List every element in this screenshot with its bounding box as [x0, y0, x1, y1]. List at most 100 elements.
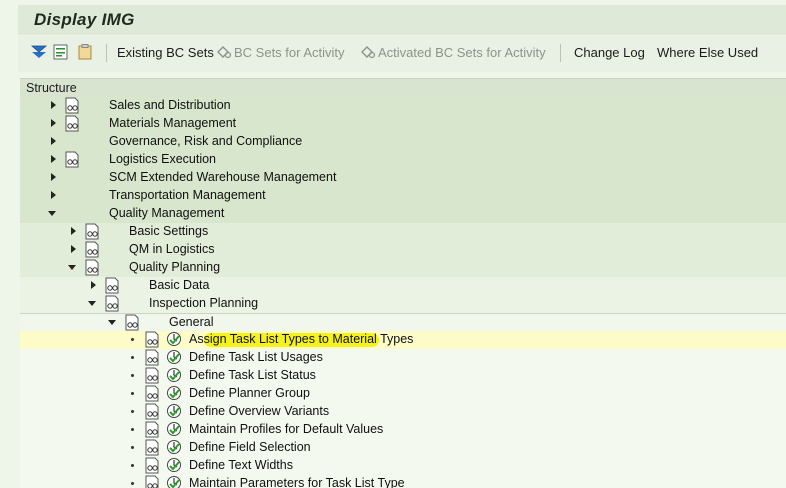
expand-arrow-icon[interactable]: [49, 191, 57, 199]
tree-node-label: Define Field Selection: [189, 440, 311, 454]
expand-arrow-icon[interactable]: [49, 137, 57, 145]
toolbar-separator: [560, 44, 561, 62]
tree-activity[interactable]: Maintain Parameters for Task List Type: [20, 475, 786, 488]
application-toolbar: Existing BC Sets BC Sets for Activity Ac…: [18, 36, 786, 72]
document-glasses-icon[interactable]: [144, 475, 160, 488]
expand-arrow-icon[interactable]: [49, 101, 57, 109]
collapse-arrow-icon[interactable]: [48, 209, 56, 217]
document-glasses-icon[interactable]: [64, 97, 80, 114]
structure-header-label: Structure: [26, 81, 77, 95]
tree-node-label: Materials Management: [109, 116, 237, 130]
collapse-arrow-icon[interactable]: [88, 299, 96, 307]
document-glasses-icon[interactable]: [64, 115, 80, 132]
document-glasses-icon[interactable]: [84, 241, 100, 258]
document-glasses-icon[interactable]: [144, 403, 160, 420]
tree-activity[interactable]: Define Text Widths: [20, 457, 786, 475]
expand-arrow-icon[interactable]: [69, 245, 77, 253]
change-log-button[interactable]: Change Log: [574, 45, 645, 60]
expand-subtree-icon[interactable]: [30, 43, 48, 61]
expand-arrow-icon[interactable]: [49, 119, 57, 127]
tree-node-label: QM in Logistics: [129, 242, 215, 256]
bc-set-icon: [217, 46, 232, 59]
execute-clock-icon[interactable]: [166, 403, 182, 419]
tree-activity[interactable]: Define Planner Group: [20, 385, 786, 403]
document-glasses-icon[interactable]: [144, 331, 160, 348]
document-glasses-icon[interactable]: [144, 439, 160, 456]
execute-clock-icon[interactable]: [166, 367, 182, 383]
execute-clock-icon[interactable]: [166, 475, 182, 488]
tree-activity[interactable]: Define Overview Variants: [20, 403, 786, 421]
tree-node[interactable]: Materials Management: [20, 115, 786, 133]
tree-node[interactable]: QM in Logistics: [20, 241, 786, 259]
tree-node[interactable]: Quality Management: [20, 205, 786, 223]
activated-bc-set-icon: [361, 46, 376, 59]
find-icon[interactable]: [52, 43, 70, 61]
tree-activity[interactable]: Define Task List Status: [20, 367, 786, 385]
bullet: [131, 374, 134, 377]
collapse-arrow-icon[interactable]: [68, 263, 76, 271]
execute-clock-icon[interactable]: [166, 457, 182, 473]
activated-bc-sets-button[interactable]: Activated BC Sets for Activity: [378, 45, 546, 60]
tree-node[interactable]: Inspection Planning: [20, 295, 786, 313]
tree-node[interactable]: SCM Extended Warehouse Management: [20, 169, 786, 187]
expand-arrow-icon[interactable]: [49, 173, 57, 181]
tree-node[interactable]: General: [20, 313, 786, 332]
toolbar-separator: [106, 44, 107, 62]
tree-node[interactable]: Logistics Execution: [20, 151, 786, 169]
tree-activity-selected[interactable]: Assign Task List Types to Material Types: [20, 331, 786, 349]
title-bar: Display IMG: [18, 5, 786, 35]
execute-clock-icon[interactable]: [166, 421, 182, 437]
expand-arrow-icon[interactable]: [69, 227, 77, 235]
tree-node-label: Define Planner Group: [189, 386, 310, 400]
tree-node[interactable]: Sales and Distribution: [20, 97, 786, 115]
tree-node-label: Quality Management: [109, 206, 225, 220]
document-glasses-icon[interactable]: [144, 367, 160, 384]
tree-node-label: SCM Extended Warehouse Management: [109, 170, 337, 184]
execute-clock-icon[interactable]: [166, 439, 182, 455]
tree-node-label: Governance, Risk and Compliance: [109, 134, 303, 148]
tree-node-label: Basic Data: [149, 278, 210, 292]
tree-node[interactable]: Quality Planning: [20, 259, 786, 277]
document-glasses-icon[interactable]: [144, 457, 160, 474]
document-glasses-icon[interactable]: [144, 385, 160, 402]
document-glasses-icon[interactable]: [144, 349, 160, 366]
tree-node-label: Quality Planning: [129, 260, 221, 274]
tree-node[interactable]: Basic Settings: [20, 223, 786, 241]
img-tree: Sales and Distribution Materials Managem…: [20, 97, 786, 488]
tree-node-label: Define Overview Variants: [189, 404, 330, 418]
document-glasses-icon[interactable]: [124, 314, 140, 331]
tree-activity[interactable]: Define Field Selection: [20, 439, 786, 457]
document-glasses-icon[interactable]: [84, 259, 100, 276]
document-glasses-icon[interactable]: [84, 223, 100, 240]
document-glasses-icon[interactable]: [144, 421, 160, 438]
expand-arrow-icon[interactable]: [89, 281, 97, 289]
execute-clock-icon[interactable]: [166, 349, 182, 365]
document-glasses-icon[interactable]: [64, 151, 80, 168]
display-img-screen: Display IMG Existing BC Sets BC Sets for…: [0, 0, 786, 488]
where-else-used-button[interactable]: Where Else Used: [657, 45, 758, 60]
tree-node-label: Define Task List Status: [189, 368, 316, 382]
tree-node-label: Define Task List Usages: [189, 350, 323, 364]
tree-activity[interactable]: Maintain Profiles for Default Values: [20, 421, 786, 439]
clipboard-icon[interactable]: [76, 43, 94, 61]
bullet: [131, 428, 134, 431]
tree-node[interactable]: Basic Data: [20, 277, 786, 295]
tree-node-label: Basic Settings: [129, 224, 209, 238]
bc-sets-for-activity-button[interactable]: BC Sets for Activity: [234, 45, 345, 60]
tree-node[interactable]: Transportation Management: [20, 187, 786, 205]
document-glasses-icon[interactable]: [104, 277, 120, 294]
bullet: [131, 446, 134, 449]
tree-activity[interactable]: Define Task List Usages: [20, 349, 786, 367]
execute-clock-icon[interactable]: [166, 385, 182, 401]
collapse-arrow-icon[interactable]: [108, 318, 116, 326]
bullet: [131, 392, 134, 395]
execute-clock-icon[interactable]: [166, 331, 182, 347]
tree-node-label: General: [169, 315, 214, 329]
document-glasses-icon[interactable]: [104, 295, 120, 312]
tree-node[interactable]: Governance, Risk and Compliance: [20, 133, 786, 151]
existing-bc-sets-button[interactable]: Existing BC Sets: [117, 45, 214, 60]
bullet: [131, 482, 134, 485]
tree-node-label: Maintain Profiles for Default Values: [189, 422, 384, 436]
expand-arrow-icon[interactable]: [49, 155, 57, 163]
tree-node-label: Transportation Management: [109, 188, 266, 202]
